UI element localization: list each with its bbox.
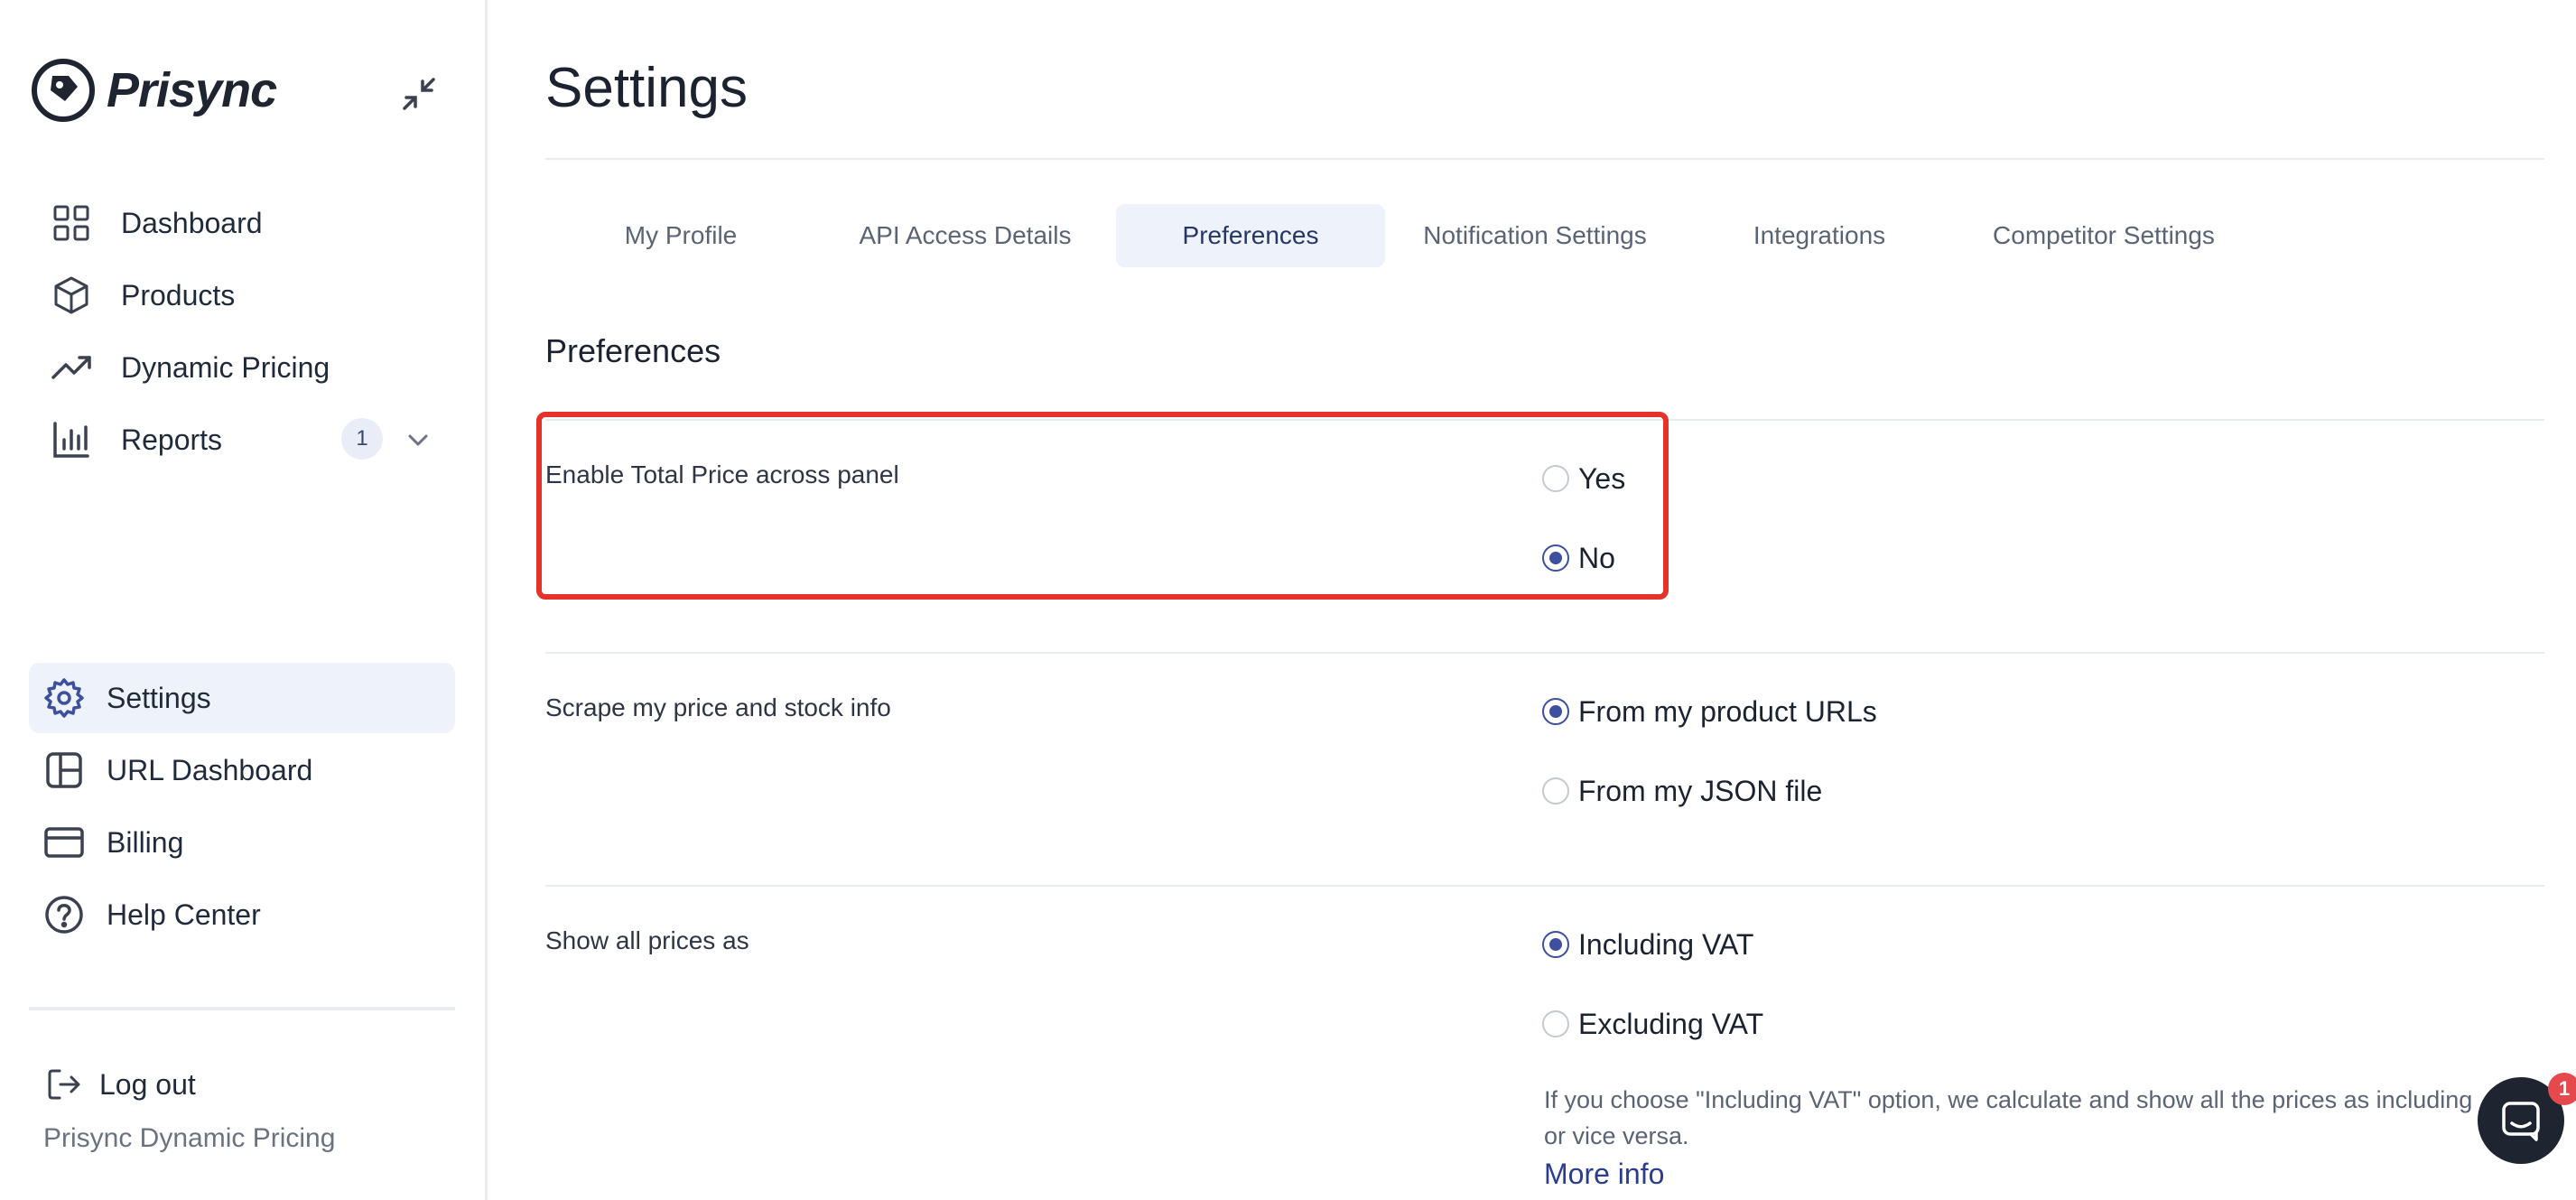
tab-competitor-settings[interactable]: Competitor Settings <box>1968 204 2239 267</box>
sidebar-item-label: Reports <box>121 423 223 456</box>
collapse-sidebar-button[interactable] <box>394 69 444 119</box>
scrape-from-json-radio[interactable]: From my JSON file <box>1542 769 1822 813</box>
chat-notification-badge: 1 <box>2548 1073 2576 1105</box>
excluding-vat-radio[interactable]: Excluding VAT <box>1542 1002 1763 1046</box>
help-circle-icon <box>42 892 87 937</box>
company-name: Prisync Dynamic Pricing <box>43 1123 336 1153</box>
highlight-annotation-box <box>536 412 1669 600</box>
tab-preferences[interactable]: Preferences <box>1116 204 1385 267</box>
bar-chart-icon <box>49 417 94 462</box>
sidebar-item-label: Billing <box>107 825 184 859</box>
logout-button[interactable]: Log out <box>29 1049 455 1120</box>
sidebar-divider <box>29 1007 455 1010</box>
radio-label: Including VAT <box>1578 927 1754 961</box>
scrape-from-urls-radio[interactable]: From my product URLs <box>1542 690 1877 733</box>
sidebar-item-reports[interactable]: Reports 1 <box>29 405 455 475</box>
sidebar-item-settings[interactable]: Settings <box>29 663 455 733</box>
chevron-down-icon[interactable] <box>403 424 433 455</box>
sidebar: Prisync Dashboard Products Dynamic Prici… <box>0 0 488 1200</box>
show-prices-label: Show all prices as <box>545 926 749 954</box>
sidebar-item-dashboard[interactable]: Dashboard <box>29 188 455 258</box>
more-info-link[interactable]: More info <box>1544 1158 1664 1191</box>
chat-icon <box>2502 1102 2540 1141</box>
gear-icon <box>42 675 87 721</box>
radio-label: From my JSON file <box>1578 774 1823 807</box>
tab-my-profile[interactable]: My Profile <box>578 204 784 267</box>
row-divider <box>545 885 2544 887</box>
box-icon <box>49 273 94 318</box>
section-title: Preferences <box>545 332 721 369</box>
trending-up-icon <box>49 345 94 390</box>
collapse-icon <box>403 78 435 110</box>
grid-icon <box>49 200 94 246</box>
row-divider <box>545 652 2544 654</box>
radio-circle <box>1542 931 1569 958</box>
layout-icon <box>42 748 87 793</box>
logout-icon <box>42 1062 87 1107</box>
tab-notification-settings[interactable]: Notification Settings <box>1400 204 1670 267</box>
vat-help-line: If you choose "Including VAT" option, we… <box>1544 1086 2473 1113</box>
sidebar-item-help-center[interactable]: Help Center <box>29 879 455 950</box>
tab-api-access-details[interactable]: API Access Details <box>831 204 1100 267</box>
radio-label: Excluding VAT <box>1578 1007 1764 1040</box>
sidebar-item-billing[interactable]: Billing <box>29 807 455 878</box>
including-vat-radio[interactable]: Including VAT <box>1542 923 1753 966</box>
logo[interactable]: Prisync <box>29 56 277 125</box>
sidebar-item-label: Help Center <box>107 898 261 931</box>
header-divider <box>545 158 2544 160</box>
sidebar-item-label: Products <box>121 278 236 312</box>
sidebar-item-label: URL Dashboard <box>107 753 313 786</box>
logo-text: Prisync <box>107 63 277 117</box>
radio-label: From my product URLs <box>1578 694 1877 728</box>
reports-count-badge: 1 <box>341 418 383 460</box>
sidebar-item-products[interactable]: Products <box>29 260 455 330</box>
radio-circle <box>1542 777 1569 805</box>
vat-help-text: If you choose "Including VAT" option, we… <box>1544 1082 2564 1154</box>
vat-help-line: or vice versa. <box>1544 1122 1689 1149</box>
credit-card-icon <box>42 820 87 865</box>
radio-circle <box>1542 698 1569 725</box>
sidebar-item-label: Settings <box>107 681 211 714</box>
scrape-info-label: Scrape my price and stock info <box>545 693 891 721</box>
prisync-logo-icon <box>32 59 95 122</box>
sidebar-item-url-dashboard[interactable]: URL Dashboard <box>29 735 455 805</box>
sidebar-item-dynamic-pricing[interactable]: Dynamic Pricing <box>29 332 455 403</box>
radio-circle <box>1542 1010 1569 1037</box>
tab-integrations[interactable]: Integrations <box>1716 204 1923 267</box>
sidebar-item-label: Dynamic Pricing <box>121 350 330 384</box>
sidebar-item-label: Dashboard <box>121 206 263 239</box>
logout-label: Log out <box>99 1067 196 1101</box>
page-title: Settings <box>545 57 749 119</box>
